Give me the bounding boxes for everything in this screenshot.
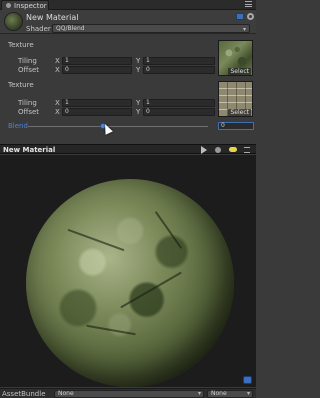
texture1-tiling-y-field[interactable]: 1 <box>143 57 215 65</box>
shader-value: QQ/Blend <box>56 25 85 32</box>
texture2-offset-x-label: X <box>55 108 60 116</box>
chevron-down-icon: ▾ <box>242 26 246 33</box>
texture1-offset-label: Offset <box>18 66 40 74</box>
texture2-offset-y-label: Y <box>136 108 141 116</box>
chevron-down-icon: ▾ <box>197 390 201 397</box>
texture1-tiling-x-label: X <box>55 57 60 65</box>
material-preview[interactable] <box>0 155 256 387</box>
material-sphere-icon <box>4 12 23 31</box>
tab-label: Inspector <box>14 2 47 10</box>
texture2-tiling-x-label: X <box>55 99 60 107</box>
info-icon <box>6 3 11 8</box>
material-properties: Texture Tiling X 1 Y 1 Offset X 0 Y 0 Se… <box>0 35 256 145</box>
texture1-tiling-y-label: Y <box>136 57 141 65</box>
texture2-offset-y-field[interactable]: 0 <box>143 108 215 116</box>
texture1-select-button[interactable]: Select <box>228 68 251 75</box>
blend-slider-track[interactable] <box>28 126 208 127</box>
asset-bundle-bar: AssetBundle None ▾ None ▾ <box>0 388 256 398</box>
shader-label: Shader <box>26 25 51 33</box>
blend-label: Blend <box>8 122 28 130</box>
tab-bar: Inspector <box>0 0 256 10</box>
texture1-offset-x-label: X <box>55 66 60 74</box>
asset-variant-value: None <box>211 390 227 397</box>
asset-label-icon[interactable] <box>243 376 252 384</box>
play-icon[interactable] <box>201 146 207 154</box>
texture2-tiling-x-field[interactable]: 1 <box>62 99 132 107</box>
material-header: New Material Shader QQ/Blend ▾ <box>0 10 256 34</box>
texture1-label: Texture <box>8 41 34 49</box>
shader-dropdown[interactable]: QQ/Blend ▾ <box>52 24 250 33</box>
texture1-tiling-label: Tiling <box>18 57 37 65</box>
mouse-cursor-icon <box>101 122 113 135</box>
texture1-tiling-x-field[interactable]: 1 <box>62 57 132 65</box>
texture2-offset-x-field[interactable]: 0 <box>62 108 132 116</box>
tab-inspector[interactable]: Inspector <box>1 0 49 10</box>
texture2-offset-label: Offset <box>18 108 40 116</box>
texture2-thumbnail[interactable]: Select <box>218 81 253 117</box>
material-name: New Material <box>26 13 79 22</box>
gear-icon[interactable] <box>247 13 254 20</box>
texture2-label: Texture <box>8 81 34 89</box>
texture-crack <box>67 228 125 252</box>
blend-value-field[interactable]: 0 <box>218 122 254 130</box>
asset-bundle-value: None <box>58 390 74 397</box>
preview-menu-icon[interactable] <box>244 147 250 153</box>
texture-crack <box>120 271 182 309</box>
preview-toolbar: New Material <box>0 144 256 154</box>
preview-sphere <box>26 179 234 387</box>
tab-menu-icon[interactable] <box>245 1 252 7</box>
asset-bundle-dropdown[interactable]: None ▾ <box>54 390 204 398</box>
texture1-offset-x-field[interactable]: 0 <box>62 66 132 74</box>
texture2-tiling-y-field[interactable]: 1 <box>143 99 215 107</box>
chevron-down-icon: ▾ <box>246 390 250 397</box>
texture1-thumbnail[interactable]: Select <box>218 40 253 76</box>
texture1-offset-y-field[interactable]: 0 <box>143 66 215 74</box>
help-book-icon[interactable] <box>236 13 244 20</box>
texture1-offset-y-label: Y <box>136 66 141 74</box>
asset-bundle-label: AssetBundle <box>2 390 46 398</box>
texture2-select-button[interactable]: Select <box>228 109 251 116</box>
asset-variant-dropdown[interactable]: None ▾ <box>207 390 253 398</box>
texture-crack <box>154 210 183 250</box>
light-icon[interactable] <box>229 147 237 152</box>
texture2-tiling-label: Tiling <box>18 99 37 107</box>
preview-title: New Material <box>3 146 56 154</box>
texture-crack <box>86 324 136 336</box>
sphere-mesh-icon[interactable] <box>215 147 221 153</box>
texture2-tiling-y-label: Y <box>136 99 141 107</box>
